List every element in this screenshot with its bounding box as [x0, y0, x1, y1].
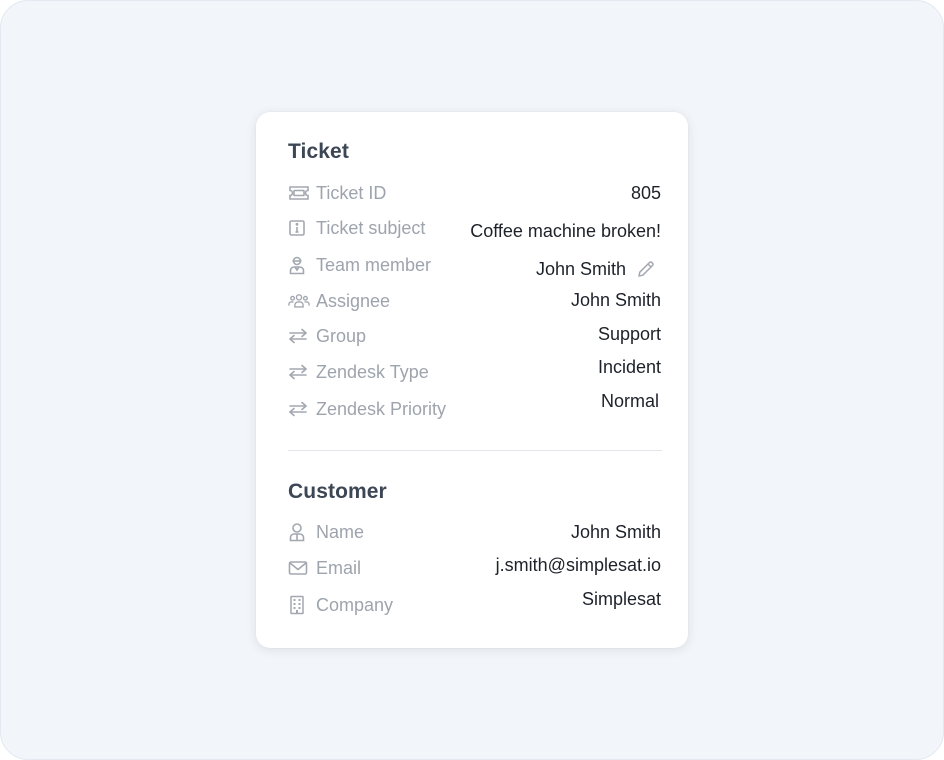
team-member-value-text: John Smith — [535, 258, 626, 279]
ticket-section-title: Ticket — [288, 140, 349, 163]
customer-company-label-text: Company — [316, 594, 394, 615]
group-value: Support — [598, 322, 661, 346]
zendesk-priority-value: Normal — [601, 389, 659, 413]
info-icon — [288, 217, 310, 239]
group-label-text: Group — [316, 325, 367, 346]
zendesk-priority-label-text: Zendesk Priority — [316, 398, 447, 419]
envelope-icon — [288, 557, 310, 579]
building-icon — [288, 594, 310, 616]
ticket-subject-label-text: Ticket subject — [316, 217, 426, 238]
customer-company-value: Simplesat — [582, 587, 661, 611]
ticket-subject-value-text: Coffee machine broken! — [470, 220, 661, 241]
team-member-icon — [288, 254, 310, 276]
swap-arrows-icon — [288, 398, 310, 420]
group-label: Group — [288, 325, 366, 347]
customer-name-value-text: John Smith — [570, 521, 661, 542]
zendesk-type-value-text: Incident — [597, 356, 661, 377]
team-member-label: Team member — [288, 254, 431, 276]
customer-email-value-text: j.smith@simplesat.io — [495, 554, 661, 575]
section-divider — [288, 450, 662, 451]
assignee-value-text: John Smith — [570, 289, 661, 310]
customer-name-label-text: Name — [316, 521, 365, 542]
ticket-id-label-text: Ticket ID — [316, 182, 387, 203]
group-value-text: Support — [597, 323, 661, 344]
users-icon — [288, 290, 310, 312]
customer-company-label: Company — [288, 594, 393, 616]
zendesk-priority-label: Zendesk Priority — [288, 398, 446, 420]
ticket-subject-label: Ticket subject — [288, 217, 425, 239]
ticket-details-card: Ticket Ticket ID 805 Ticket subject Coff… — [256, 112, 688, 648]
swap-arrows-icon — [288, 361, 310, 383]
person-icon — [288, 521, 310, 543]
ticket-id-value: 805 — [631, 181, 661, 205]
ticket-id-label: Ticket ID — [288, 182, 386, 204]
ticket-id-value-text: 805 — [630, 182, 661, 203]
zendesk-type-value: Incident — [598, 355, 661, 379]
assignee-value: John Smith — [571, 288, 661, 312]
assignee-label: Assignee — [288, 290, 390, 312]
customer-email-label-text: Email — [316, 557, 362, 578]
ticket-icon — [288, 182, 310, 204]
ticket-subject-value: Coffee machine broken! — [470, 219, 661, 243]
assignee-label-text: Assignee — [316, 290, 391, 311]
customer-email-value: j.smith@simplesat.io — [496, 553, 661, 577]
customer-name-label: Name — [288, 521, 364, 543]
zendesk-type-label: Zendesk Type — [288, 361, 429, 383]
zendesk-priority-value-text: Normal — [600, 390, 659, 411]
team-member-label-text: Team member — [316, 254, 432, 275]
customer-email-label: Email — [288, 557, 361, 579]
team-member-value: John Smith — [536, 257, 656, 281]
customer-company-value-text: Simplesat — [581, 588, 661, 609]
customer-section-title: Customer — [288, 480, 387, 503]
zendesk-type-label-text: Zendesk Type — [316, 361, 429, 382]
pencil-icon[interactable] — [636, 259, 656, 279]
swap-arrows-icon — [288, 325, 310, 347]
customer-name-value: John Smith — [571, 520, 661, 544]
